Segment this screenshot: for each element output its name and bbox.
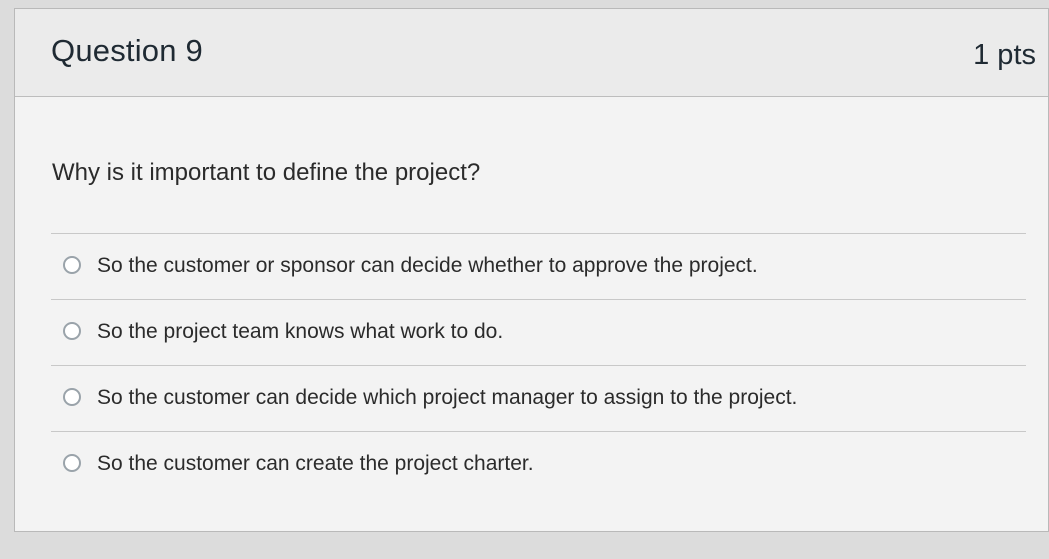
question-text: Why is it important to define the projec…: [52, 159, 481, 186]
answer-option[interactable]: So the customer or sponsor can decide wh…: [51, 233, 1026, 299]
answer-option[interactable]: So the customer can decide which project…: [51, 365, 1026, 431]
answer-option[interactable]: So the customer can create the project c…: [51, 431, 1026, 497]
answer-label[interactable]: So the customer can decide which project…: [97, 386, 797, 410]
answer-label[interactable]: So the project team knows what work to d…: [97, 320, 503, 344]
question-header: Question 9 1 pts: [15, 9, 1048, 97]
answer-list: So the customer or sponsor can decide wh…: [51, 233, 1026, 497]
answer-label[interactable]: So the customer or sponsor can decide wh…: [97, 254, 758, 278]
answer-option[interactable]: So the project team knows what work to d…: [51, 299, 1026, 365]
question-card: Question 9 1 pts Why is it important to …: [14, 8, 1049, 532]
radio-button-icon[interactable]: [63, 388, 81, 406]
question-title: Question 9: [51, 33, 203, 68]
radio-button-icon[interactable]: [63, 322, 81, 340]
radio-button-icon[interactable]: [63, 454, 81, 472]
radio-button-icon[interactable]: [63, 256, 81, 274]
question-points: 1 pts: [973, 39, 1036, 71]
answer-label[interactable]: So the customer can create the project c…: [97, 452, 534, 476]
